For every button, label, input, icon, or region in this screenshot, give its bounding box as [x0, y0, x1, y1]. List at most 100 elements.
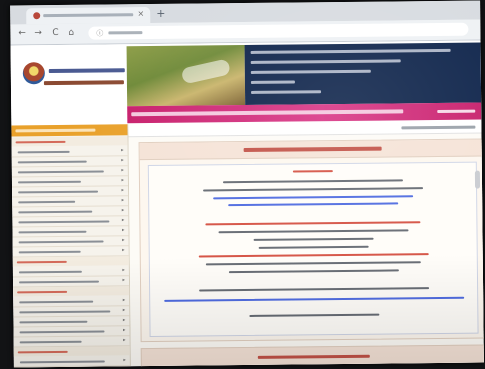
sidebar-item-label [19, 340, 82, 344]
sidebar-section-heading [13, 286, 130, 297]
chevron-right-icon: ▸ [121, 157, 124, 164]
sidebar-item-label [17, 160, 87, 164]
banner-photo [126, 45, 246, 107]
notice-panel-title [243, 146, 382, 153]
notice-line [258, 245, 369, 249]
chevron-right-icon: ▸ [122, 317, 126, 324]
forward-button[interactable]: → [34, 28, 42, 38]
sidebar-section-label [15, 140, 66, 144]
sidebar-item-label [19, 280, 100, 284]
browser-tab[interactable]: × [26, 7, 151, 25]
notice-line [203, 187, 424, 192]
organization-emblem-icon[interactable] [22, 62, 45, 85]
new-tab-button[interactable]: + [156, 7, 165, 20]
sidebar-item-label [18, 220, 110, 224]
chevron-right-icon: ▸ [123, 337, 126, 344]
notice-link[interactable] [164, 296, 465, 302]
chevron-right-icon: ▸ [122, 327, 126, 334]
main-content [128, 120, 484, 368]
chevron-right-icon: ▸ [122, 247, 125, 254]
sidebar-item-label [17, 170, 104, 174]
scrollbar-thumb[interactable] [474, 170, 481, 189]
notice-line [205, 221, 421, 226]
notice-panel [138, 138, 484, 343]
sidebar-item-label [19, 300, 94, 304]
sidebar-item-label [18, 200, 76, 204]
page-info-icon[interactable]: ⓘ [96, 28, 103, 38]
banner-line [250, 80, 295, 84]
chevron-right-icon: ▸ [121, 217, 125, 224]
sidebar-item-label [18, 250, 81, 254]
sidebar-section-heading [12, 256, 129, 267]
banner-info [244, 42, 482, 106]
back-button[interactable]: ← [18, 28, 26, 38]
sidebar-section-label [17, 290, 68, 294]
sidebar-item-label [18, 190, 99, 194]
chevron-right-icon: ▸ [122, 267, 125, 274]
site-name [48, 68, 125, 74]
chevron-right-icon: ▸ [121, 187, 125, 194]
site-favicon-icon [33, 12, 41, 20]
site-subtitle [43, 80, 124, 86]
notice-panel-header [139, 139, 484, 161]
sidebar-item-label [18, 270, 82, 274]
sidebar-section-heading [11, 136, 128, 147]
sidebar-item-label [17, 150, 70, 154]
banner-line [251, 90, 322, 94]
notice-line [222, 179, 403, 184]
sidebar-item-label [18, 230, 87, 234]
monitor-screen: × + ← → C ⌂ ⓘ ▸ ▸ ▸ ▸ ▸ ▸ ▸ ▸ ▸ ▸ ▸ ▸ ▸ … [10, 0, 484, 368]
chevron-right-icon: ▸ [122, 307, 126, 314]
notice-link[interactable] [213, 195, 414, 200]
notice-line [249, 313, 380, 317]
chevron-right-icon: ▸ [121, 147, 124, 154]
notice-line [199, 287, 430, 292]
address-bar-url [108, 31, 143, 35]
ticker-text [131, 109, 404, 117]
reload-button[interactable]: C [52, 28, 58, 38]
chevron-right-icon: ▸ [122, 277, 126, 284]
sidebar-item-label [17, 180, 81, 184]
section-header [140, 344, 484, 368]
sidebar-item-label [19, 330, 105, 334]
chevron-right-icon: ▸ [121, 177, 124, 184]
sidebar-menu: ▸ ▸ ▸ ▸ ▸ ▸ ▸ ▸ ▸ ▸ ▸ ▸ ▸ ▸ ▸ ▸ ▸ ▸ ▸ ▸ [11, 124, 131, 368]
chevron-right-icon: ▸ [122, 237, 125, 244]
notice-line [228, 269, 399, 274]
chevron-right-icon: ▸ [121, 207, 125, 214]
date-strip [128, 120, 482, 138]
sidebar-title-text [15, 128, 96, 133]
tab-title [43, 13, 134, 18]
notice-link[interactable] [228, 202, 399, 207]
banner-line [250, 48, 451, 54]
section-title [257, 354, 370, 359]
tab-close-icon[interactable]: × [137, 9, 144, 18]
sidebar-item-label [18, 210, 93, 214]
notice-box [147, 161, 479, 338]
sidebar-section-label [16, 260, 67, 264]
notice-line [205, 261, 421, 266]
ticker-side-text [437, 109, 476, 114]
sidebar-section-label [17, 350, 68, 354]
notice-line [218, 229, 409, 234]
current-date [401, 125, 476, 130]
home-button[interactable]: ⌂ [68, 28, 74, 38]
sidebar-item-label [18, 240, 104, 244]
chevron-right-icon: ▸ [121, 167, 124, 174]
notice-line [198, 253, 429, 258]
banner-line [250, 59, 401, 64]
sidebar-item-label [19, 360, 105, 364]
sidebar-title [11, 124, 128, 137]
sidebar-item-label [19, 310, 111, 314]
sidebar-section-heading [13, 346, 130, 357]
sidebar-item-label [19, 320, 88, 324]
chevron-right-icon: ▸ [121, 197, 125, 204]
web-page: ▸ ▸ ▸ ▸ ▸ ▸ ▸ ▸ ▸ ▸ ▸ ▸ ▸ ▸ ▸ ▸ ▸ ▸ ▸ ▸ [10, 40, 484, 368]
address-bar[interactable]: ⓘ [88, 22, 469, 40]
banner-line [250, 69, 371, 74]
banner-ribbon [180, 58, 231, 85]
sidebar-item[interactable]: ▸ [13, 366, 131, 368]
chevron-right-icon: ▸ [122, 297, 126, 304]
chevron-right-icon: ▸ [121, 227, 125, 234]
notice-line [292, 170, 333, 173]
